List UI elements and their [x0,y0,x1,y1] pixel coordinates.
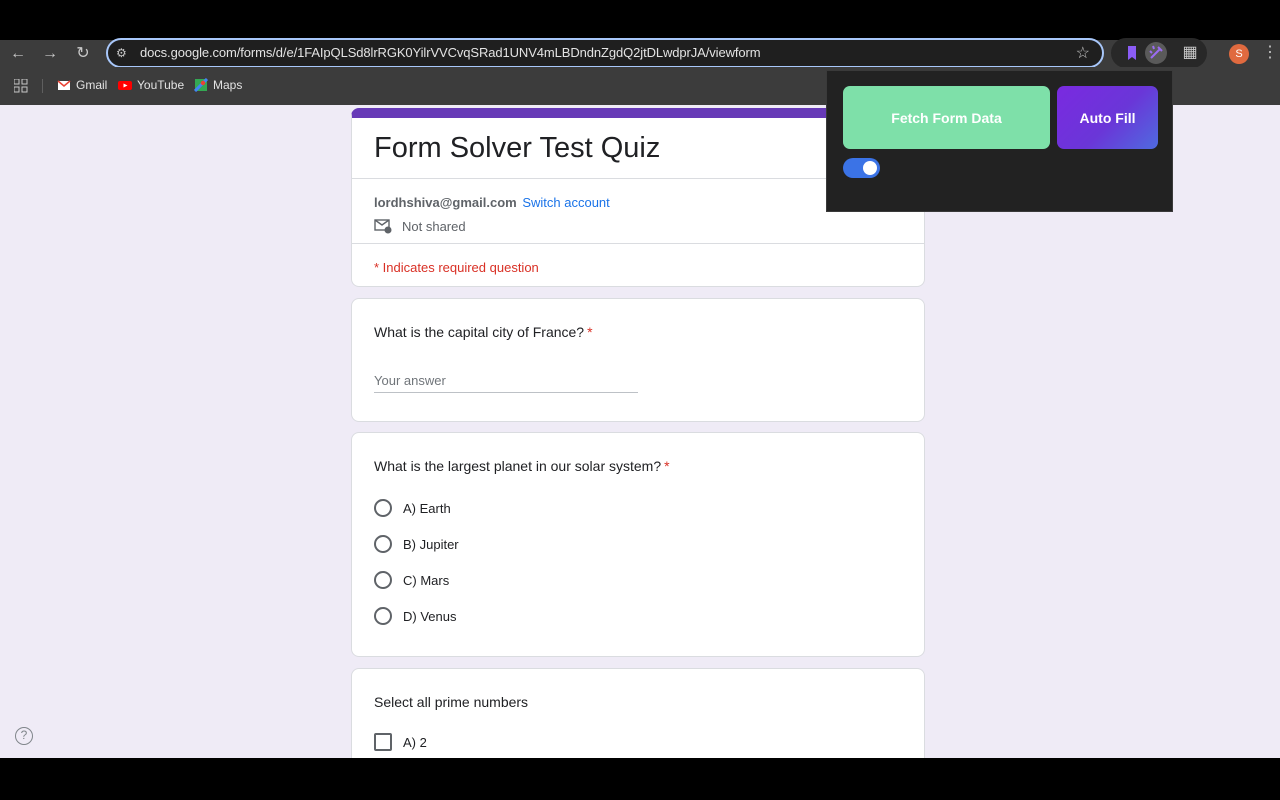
bookmark-label: Maps [213,78,243,92]
apps-grid-icon[interactable] [14,79,28,93]
account-email: lordhshiva@gmail.com [374,195,517,210]
radio-button[interactable] [374,499,392,517]
mail-not-shared-icon [374,219,392,234]
radio-option[interactable]: B) Jupiter [374,535,459,553]
help-icon[interactable]: ? [15,727,33,745]
enable-toggle[interactable] [843,158,880,178]
profile-avatar[interactable]: S [1229,44,1249,64]
radio-option[interactable]: A) Earth [374,499,451,517]
fetch-form-data-button[interactable]: Fetch Form Data [843,86,1050,149]
option-label: C) Mars [403,572,450,588]
radio-button[interactable] [374,571,392,589]
extension-popup: Fetch Form Data Auto Fill [826,70,1173,212]
checkbox[interactable] [374,733,392,751]
bookmark-label: Gmail [76,78,108,92]
divider [352,243,924,244]
question-title: What is the capital city of France? * [374,324,593,340]
bookmark-label: YouTube [137,78,185,92]
reload-icon[interactable]: ↻ [73,44,93,64]
forward-arrow-icon[interactable]: → [40,44,60,64]
bookmark-youtube[interactable]: YouTube [118,78,184,92]
radio-option[interactable]: C) Mars [374,571,449,589]
question-text: What is the largest planet in our solar … [374,458,662,474]
youtube-icon [118,81,132,90]
bookmark-gmail[interactable]: Gmail [57,78,107,92]
question-card-primes: Select all prime numbers A) 2 [351,668,925,758]
maps-icon [194,78,208,92]
question-card-planet: What is the largest planet in our solar … [351,432,925,657]
form-solver-extension-icon[interactable] [1145,42,1167,64]
form-title: Form Solver Test Quiz [374,132,661,164]
extensions-area: ▦ [1111,38,1207,68]
short-answer-input[interactable]: Your answer [374,373,638,393]
auto-fill-button[interactable]: Auto Fill [1057,86,1158,149]
browser-menu-icon[interactable]: ⋮ [1262,42,1278,62]
radio-button[interactable] [374,607,392,625]
bookmarks-separator [42,79,43,93]
radio-option[interactable]: D) Venus [374,607,456,625]
question-text: What is the capital city of France? [374,324,585,340]
not-shared-label: Not shared [402,218,466,234]
required-note: * Indicates required question [374,260,539,275]
option-label: B) Jupiter [403,536,459,552]
required-asterisk: * [587,324,593,340]
question-card-capital: What is the capital city of France? * You… [351,298,925,422]
option-label: A) 2 [403,734,427,750]
question-title: What is the largest planet in our solar … [374,458,670,474]
url-text[interactable]: docs.google.com/forms/d/e/1FAIpQLSd8lrRG… [140,45,761,60]
toggle-knob [863,161,877,175]
account-line: lordhshiva@gmail.com Switch account [374,195,610,210]
option-label: D) Venus [403,608,457,624]
question-title: Select all prime numbers [374,694,528,710]
address-bar[interactable]: ⚙ docs.google.com/forms/d/e/1FAIpQLSd8lr… [106,38,1104,68]
switch-account-link[interactable]: Switch account [522,195,609,210]
gmail-icon [57,80,71,90]
site-settings-icon[interactable]: ⚙ [116,46,132,60]
extensions-puzzle-icon[interactable]: ▦ [1179,42,1201,64]
bookmark-maps[interactable]: Maps [194,78,242,92]
option-label: A) Earth [403,500,451,516]
checkbox-option[interactable]: A) 2 [374,733,427,751]
bookmark-star-icon[interactable]: ☆ [1076,43,1090,63]
radio-button[interactable] [374,535,392,553]
bookmark-extension-icon[interactable] [1121,42,1143,64]
question-text: Select all prime numbers [374,694,529,710]
required-asterisk: * [664,458,670,474]
not-shared-status: Not shared [374,218,466,234]
screen: ← → ↻ ⚙ docs.google.com/forms/d/e/1FAIpQ… [0,0,1280,800]
back-arrow-icon[interactable]: ← [8,44,28,64]
